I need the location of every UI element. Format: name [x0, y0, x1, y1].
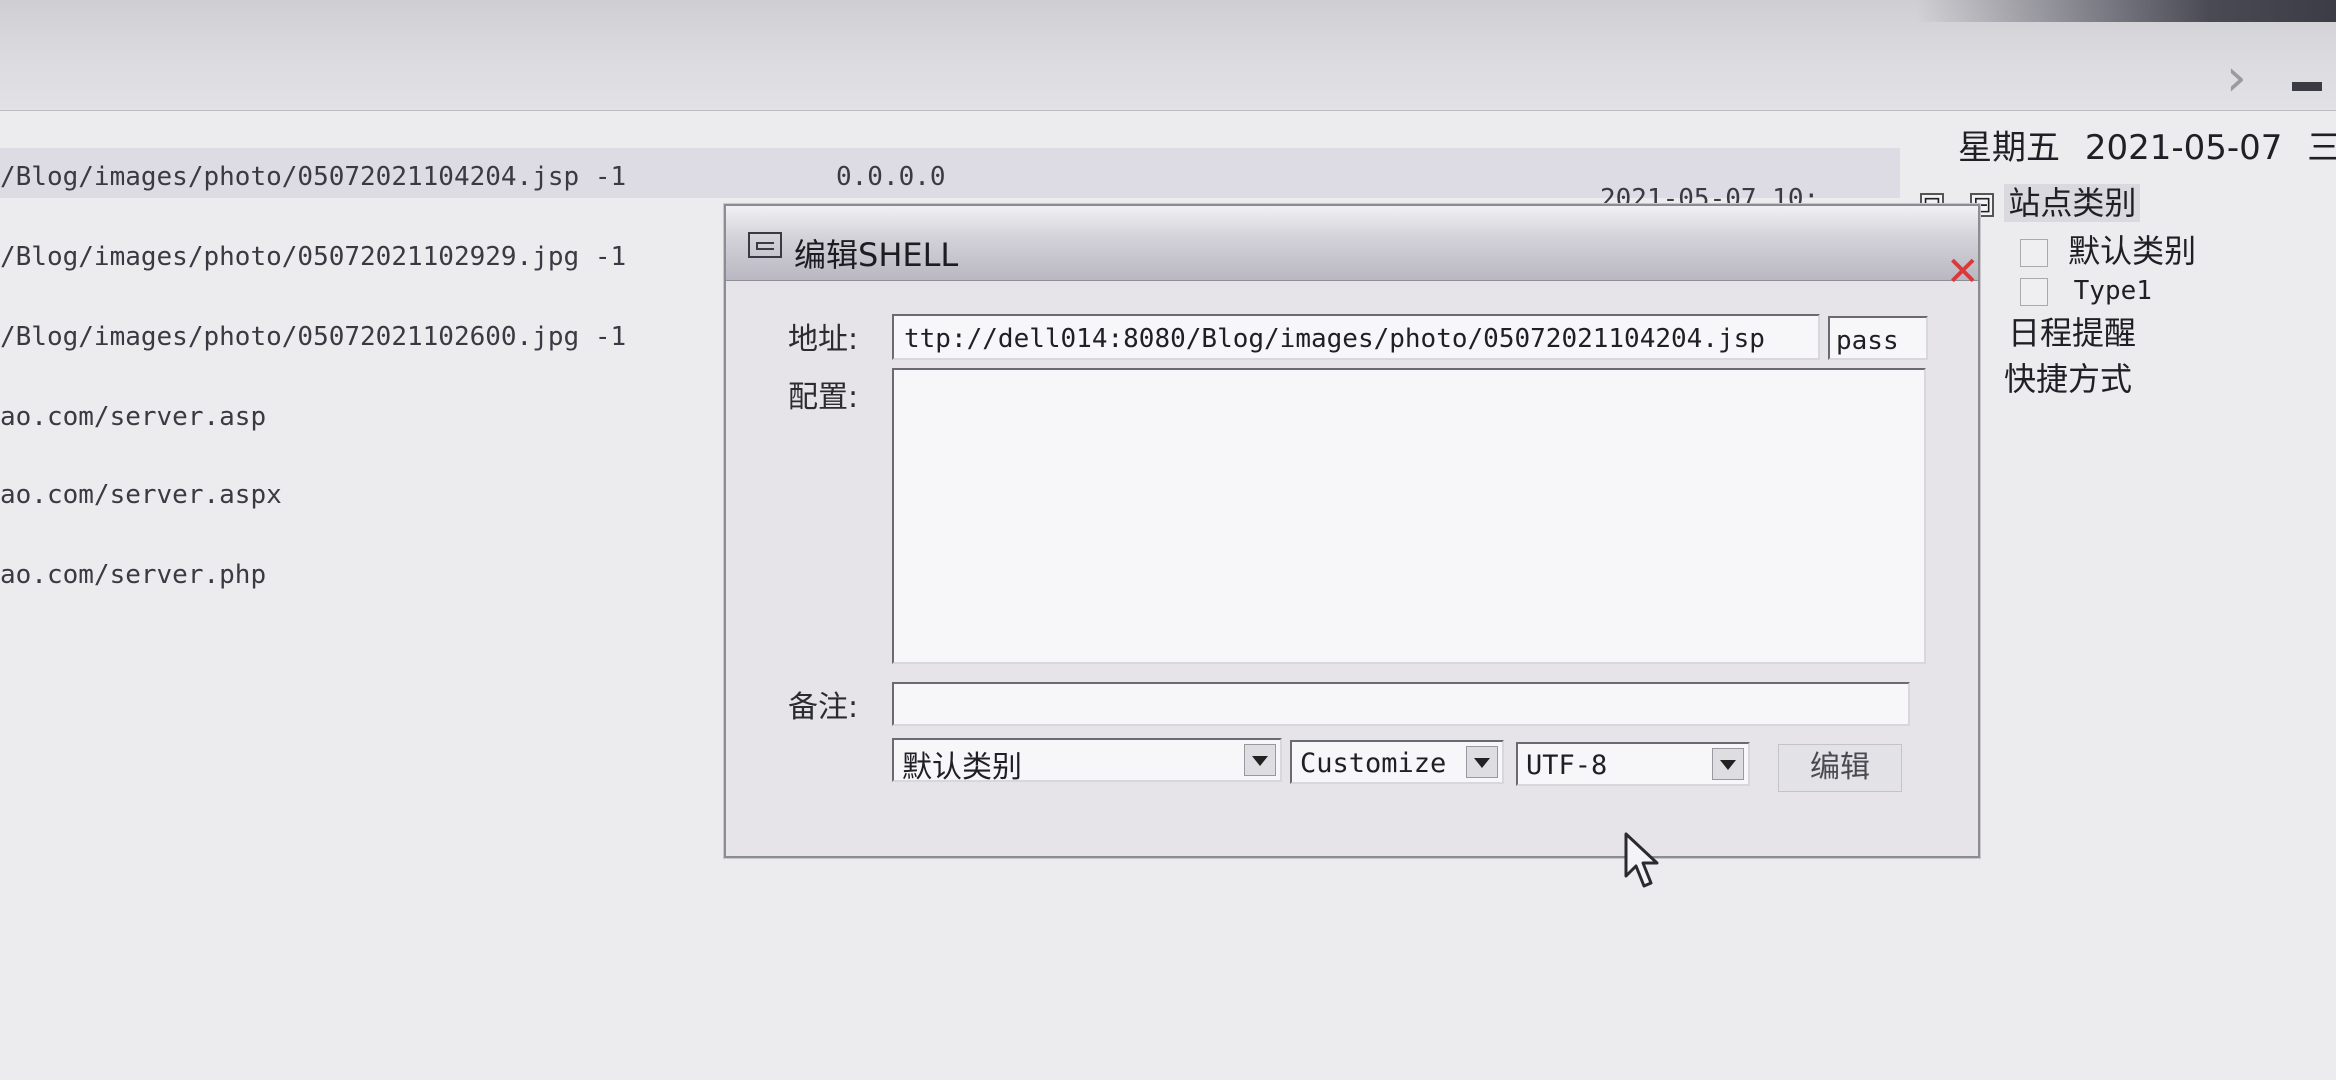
tree-item-schedule[interactable]: 日程提醒	[2008, 308, 2136, 354]
note-field[interactable]	[892, 682, 1910, 726]
edit-shell-dialog: 编辑SHELL ✕ 地址: ttp://dell014:8080/Blog/im…	[724, 204, 1980, 858]
address-value: ttp://dell014:8080/Blog/images/photo/050…	[904, 324, 1765, 354]
address-field[interactable]: ttp://dell014:8080/Blog/images/photo/050…	[892, 314, 1820, 360]
tree-root-label: 站点类别	[2004, 184, 2141, 222]
shell-url: /Blog/images/photo/05072021104204.jsp -1	[0, 162, 627, 192]
lunar-date-text: 三月廿	[2307, 128, 2336, 168]
date-display: 星期五 2021-05-07 三月廿	[1958, 120, 2336, 168]
encoding-value: UTF-8	[1526, 750, 1608, 781]
window-top-bar	[0, 0, 2336, 111]
dialog-title: 编辑SHELL	[794, 236, 959, 274]
chevron-down-icon[interactable]	[1244, 744, 1276, 776]
checkbox-icon[interactable]	[2020, 239, 2048, 267]
checkbox-icon[interactable]	[2020, 277, 2048, 306]
minimize-icon[interactable]	[2292, 82, 2322, 91]
list-item[interactable]: /Blog/images/photo/05072021104204.jsp -1…	[0, 148, 1900, 214]
window-icon	[748, 232, 782, 258]
tree-item-label: 日程提醒	[2008, 314, 2137, 352]
encoding-select[interactable]: UTF-8	[1516, 742, 1750, 786]
type-value: Customize	[1300, 748, 1447, 779]
shell-url: /Blog/images/photo/05072021102929.jpg -1	[0, 242, 627, 272]
chevron-down-icon[interactable]	[1466, 746, 1498, 778]
tree-item-label: Type1	[2073, 276, 2152, 306]
shell-url: ao.com/server.php	[0, 560, 267, 590]
mouse-pointer-icon	[1624, 832, 1659, 888]
password-field[interactable]: pass	[1828, 316, 1928, 360]
config-label: 配置:	[788, 380, 859, 415]
type-select[interactable]: Customize	[1290, 740, 1504, 784]
shell-ip: 0.0.0.0	[836, 162, 946, 192]
category-select[interactable]: 默认类别	[892, 738, 1282, 785]
note-label: 备注:	[788, 690, 859, 725]
dialog-titlebar[interactable]: 编辑SHELL	[726, 206, 1978, 281]
chevron-down-icon[interactable]	[1712, 748, 1744, 780]
chevron-right-icon[interactable]: ›	[2226, 48, 2262, 108]
tree-item-label: 默认类别	[2068, 232, 2197, 270]
tree-item-shortcuts[interactable]: 快捷方式	[2004, 354, 2132, 400]
shell-url: ao.com/server.asp	[0, 402, 267, 432]
date-text: 2021-05-07	[2084, 128, 2283, 168]
tree-item-type1[interactable]: Type1	[2020, 276, 2152, 306]
close-icon[interactable]: ✕	[1946, 252, 1982, 292]
tree-item-default[interactable]: 默认类别	[2020, 226, 2196, 272]
screen-edge-shadow	[1916, 0, 2336, 22]
address-label: 地址:	[788, 322, 859, 357]
config-textarea[interactable]	[892, 368, 1926, 664]
shell-url: /Blog/images/photo/05072021102600.jpg -1	[0, 322, 627, 352]
password-value: pass	[1836, 326, 1899, 356]
weekday-text: 星期五	[1958, 128, 2060, 168]
category-value: 默认类别	[902, 750, 1022, 785]
tree-item-label: 快捷方式	[2004, 360, 2133, 398]
shell-url: ao.com/server.aspx	[0, 480, 282, 510]
edit-button[interactable]: 编辑	[1778, 744, 1902, 792]
